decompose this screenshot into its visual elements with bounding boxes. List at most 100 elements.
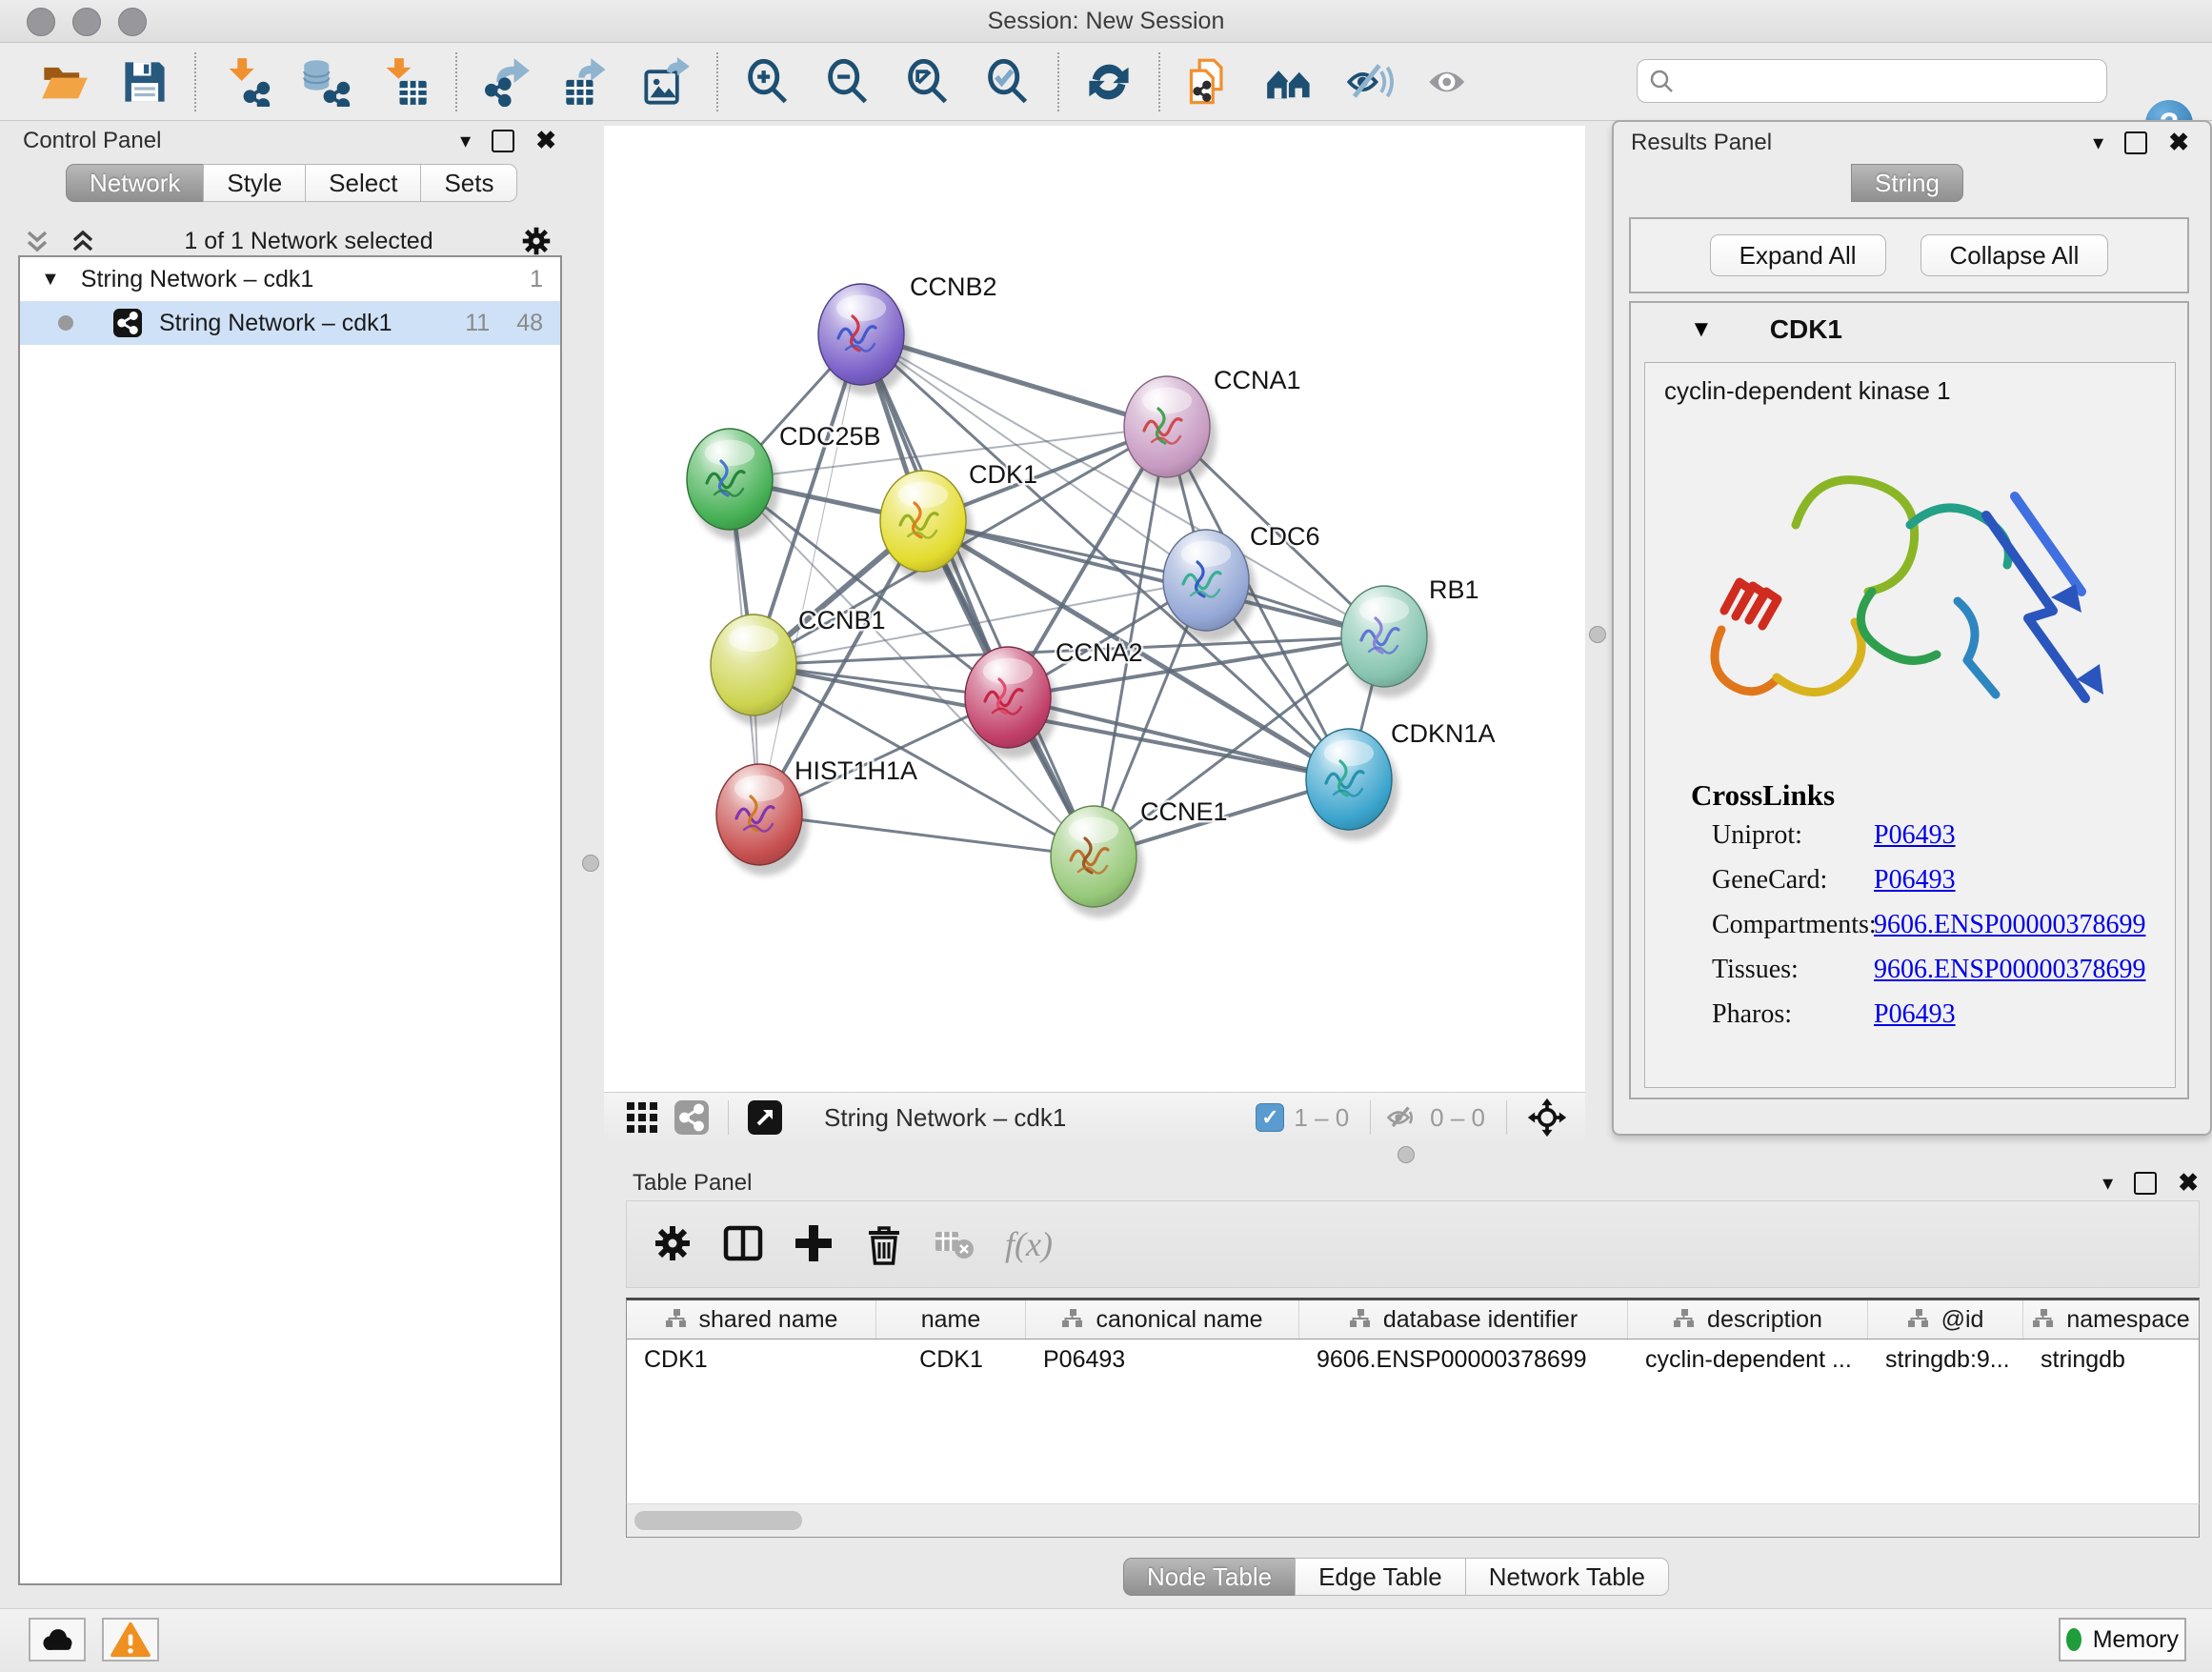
tab-string[interactable]: String bbox=[1851, 164, 1963, 202]
tab-select[interactable]: Select bbox=[305, 164, 421, 202]
zoom-fit-button[interactable] bbox=[901, 55, 955, 109]
scrollbar-thumb[interactable] bbox=[634, 1511, 802, 1530]
zoom-out-button[interactable] bbox=[821, 55, 875, 109]
network-node-cdc6[interactable]: CDC6 bbox=[1163, 522, 1320, 641]
memory-status-button[interactable]: Memory bbox=[2059, 1618, 2186, 1662]
collapse-all-button[interactable]: Collapse All bbox=[1920, 234, 2109, 276]
cell-description[interactable]: cyclin-dependent ... bbox=[1628, 1340, 1868, 1380]
float-panel-icon[interactable] bbox=[492, 130, 514, 152]
right-splitter-handle[interactable] bbox=[1589, 626, 1606, 643]
network-node-ccnb1[interactable]: CCNB1 bbox=[711, 606, 886, 726]
import-table-file-button[interactable] bbox=[379, 55, 432, 109]
selected-nodes-checkbox[interactable]: ✓ bbox=[1256, 1103, 1284, 1132]
column-header-description[interactable]: description bbox=[1628, 1300, 1868, 1339]
houses-icon bbox=[1265, 57, 1315, 107]
column-header-shared-name[interactable]: shared name bbox=[627, 1300, 876, 1339]
network-node-rb1[interactable]: RB1 bbox=[1341, 575, 1479, 697]
delete-column-button[interactable] bbox=[859, 1219, 909, 1269]
close-panel-icon[interactable]: ✖ bbox=[2168, 128, 2189, 157]
network-row[interactable]: String Network – cdk1 11 48 bbox=[20, 301, 560, 345]
apply-layout-button[interactable] bbox=[1082, 55, 1136, 109]
warning-icon bbox=[110, 1621, 151, 1659]
expand-all-tree-icon[interactable] bbox=[21, 225, 53, 257]
hidden-eye-icon[interactable] bbox=[1384, 1100, 1418, 1135]
cell-shared-name[interactable]: CDK1 bbox=[627, 1340, 876, 1380]
center-view-icon[interactable] bbox=[1526, 1097, 1568, 1138]
network-canvas[interactable]: CCNB2CCNA1CDC25BCDK1CDC6RB1CCNB1CCNA2CDK… bbox=[604, 126, 1585, 1092]
network-options-gear-icon[interactable] bbox=[518, 223, 554, 259]
cell-id[interactable]: stringdb:9... bbox=[1868, 1340, 2023, 1380]
crosslink-link[interactable]: P06493 bbox=[1874, 865, 1956, 896]
cell-name[interactable]: CDK1 bbox=[876, 1340, 1026, 1380]
crosslink-link[interactable]: P06493 bbox=[1874, 820, 1956, 851]
cell-database-identifier[interactable]: 9606.ENSP00000378699 bbox=[1299, 1340, 1628, 1380]
network-graph[interactable]: CCNB2CCNA1CDC25BCDK1CDC6RB1CCNB1CCNA2CDK… bbox=[604, 126, 1585, 1092]
warnings-button[interactable] bbox=[102, 1618, 159, 1662]
save-session-button[interactable] bbox=[118, 55, 171, 109]
node-label-cdc6: CDC6 bbox=[1250, 522, 1320, 551]
expand-all-button[interactable]: Expand All bbox=[1710, 234, 1886, 276]
tab-node-table[interactable]: Node Table bbox=[1123, 1558, 1296, 1596]
tab-network-table[interactable]: Network Table bbox=[1465, 1558, 1669, 1596]
hide-selected-button[interactable] bbox=[1343, 55, 1397, 109]
column-header-name[interactable]: name bbox=[876, 1300, 1026, 1339]
zoom-in-button[interactable] bbox=[741, 55, 794, 109]
show-columns-button[interactable] bbox=[718, 1219, 768, 1269]
network-node-cdkn1a[interactable]: CDKN1A bbox=[1306, 719, 1496, 840]
column-header-id[interactable]: @id bbox=[1868, 1300, 2023, 1339]
export-image-button[interactable] bbox=[640, 55, 694, 109]
search-box[interactable] bbox=[1637, 59, 2107, 103]
copy-network-button[interactable] bbox=[1183, 55, 1237, 109]
network-node-hist1h1a[interactable]: HIST1H1A bbox=[716, 756, 917, 876]
collapse-panel-icon[interactable]: ▾ bbox=[2093, 131, 2103, 155]
float-panel-icon[interactable] bbox=[2134, 1172, 2157, 1195]
bottom-splitter-handle[interactable] bbox=[1398, 1146, 1415, 1163]
close-panel-icon[interactable]: ✖ bbox=[2178, 1168, 2199, 1198]
delete-table-button[interactable] bbox=[930, 1219, 979, 1269]
cell-namespace[interactable]: stringdb bbox=[2023, 1340, 2199, 1380]
network-node-cdk1[interactable]: CDK1 bbox=[880, 460, 1037, 582]
function-builder-button[interactable]: f(x) bbox=[1005, 1224, 1053, 1264]
column-header-canonical-name[interactable]: canonical name bbox=[1026, 1300, 1299, 1339]
left-splitter-handle[interactable] bbox=[582, 855, 599, 872]
network-node-ccna2[interactable]: CCNA2 bbox=[965, 638, 1143, 758]
crosslink-link[interactable]: P06493 bbox=[1874, 999, 1956, 1030]
search-input[interactable] bbox=[1674, 67, 2106, 95]
collapse-panel-icon[interactable]: ▾ bbox=[460, 129, 471, 153]
close-panel-icon[interactable]: ✖ bbox=[535, 126, 556, 155]
table-options-button[interactable] bbox=[648, 1219, 697, 1269]
open-session-button[interactable] bbox=[38, 55, 91, 109]
network-view-icon[interactable] bbox=[674, 1100, 709, 1135]
tab-sets[interactable]: Sets bbox=[420, 164, 517, 202]
column-header-namespace[interactable]: namespace bbox=[2023, 1300, 2199, 1339]
float-panel-icon[interactable] bbox=[2124, 131, 2147, 154]
tab-style[interactable]: Style bbox=[203, 164, 306, 202]
collapse-all-tree-icon[interactable] bbox=[67, 225, 99, 257]
gene-expander-icon[interactable]: ▼ bbox=[1690, 316, 1713, 343]
table-horizontal-scrollbar[interactable] bbox=[626, 1503, 2200, 1538]
zoom-selected-button[interactable] bbox=[981, 55, 1035, 109]
create-column-button[interactable] bbox=[789, 1219, 838, 1269]
network-edge[interactable] bbox=[759, 815, 1094, 856]
tab-edge-table[interactable]: Edge Table bbox=[1295, 1558, 1466, 1596]
column-header-database-identifier[interactable]: database identifier bbox=[1299, 1300, 1628, 1339]
export-network-button[interactable] bbox=[480, 55, 533, 109]
cell-canonical-name[interactable]: P06493 bbox=[1026, 1340, 1299, 1380]
crosslink-link[interactable]: 9606.ENSP00000378699 bbox=[1874, 910, 2145, 940]
crosslink-link[interactable]: 9606.ENSP00000378699 bbox=[1874, 955, 2145, 985]
network-collection-row[interactable]: ▼ String Network – cdk1 1 bbox=[20, 257, 560, 301]
import-network-database-button[interactable] bbox=[299, 55, 352, 109]
show-all-button[interactable] bbox=[1423, 55, 1477, 109]
import-network-file-button[interactable] bbox=[219, 55, 272, 109]
first-neighbors-button[interactable] bbox=[1263, 55, 1317, 109]
tab-network[interactable]: Network bbox=[66, 164, 204, 202]
cloud-status-button[interactable] bbox=[29, 1618, 86, 1662]
grid-view-icon[interactable] bbox=[625, 1100, 659, 1135]
table-row[interactable]: CDK1 CDK1 P06493 9606.ENSP00000378699 cy… bbox=[627, 1340, 2199, 1380]
detach-view-icon[interactable] bbox=[748, 1100, 782, 1135]
tree-expander-icon[interactable]: ▼ bbox=[41, 269, 60, 291]
network-edge[interactable] bbox=[759, 334, 861, 815]
collapse-panel-icon[interactable]: ▾ bbox=[2102, 1171, 2113, 1196]
export-table-button[interactable] bbox=[560, 55, 613, 109]
network-node-ccne1[interactable]: CCNE1 bbox=[1051, 797, 1228, 917]
